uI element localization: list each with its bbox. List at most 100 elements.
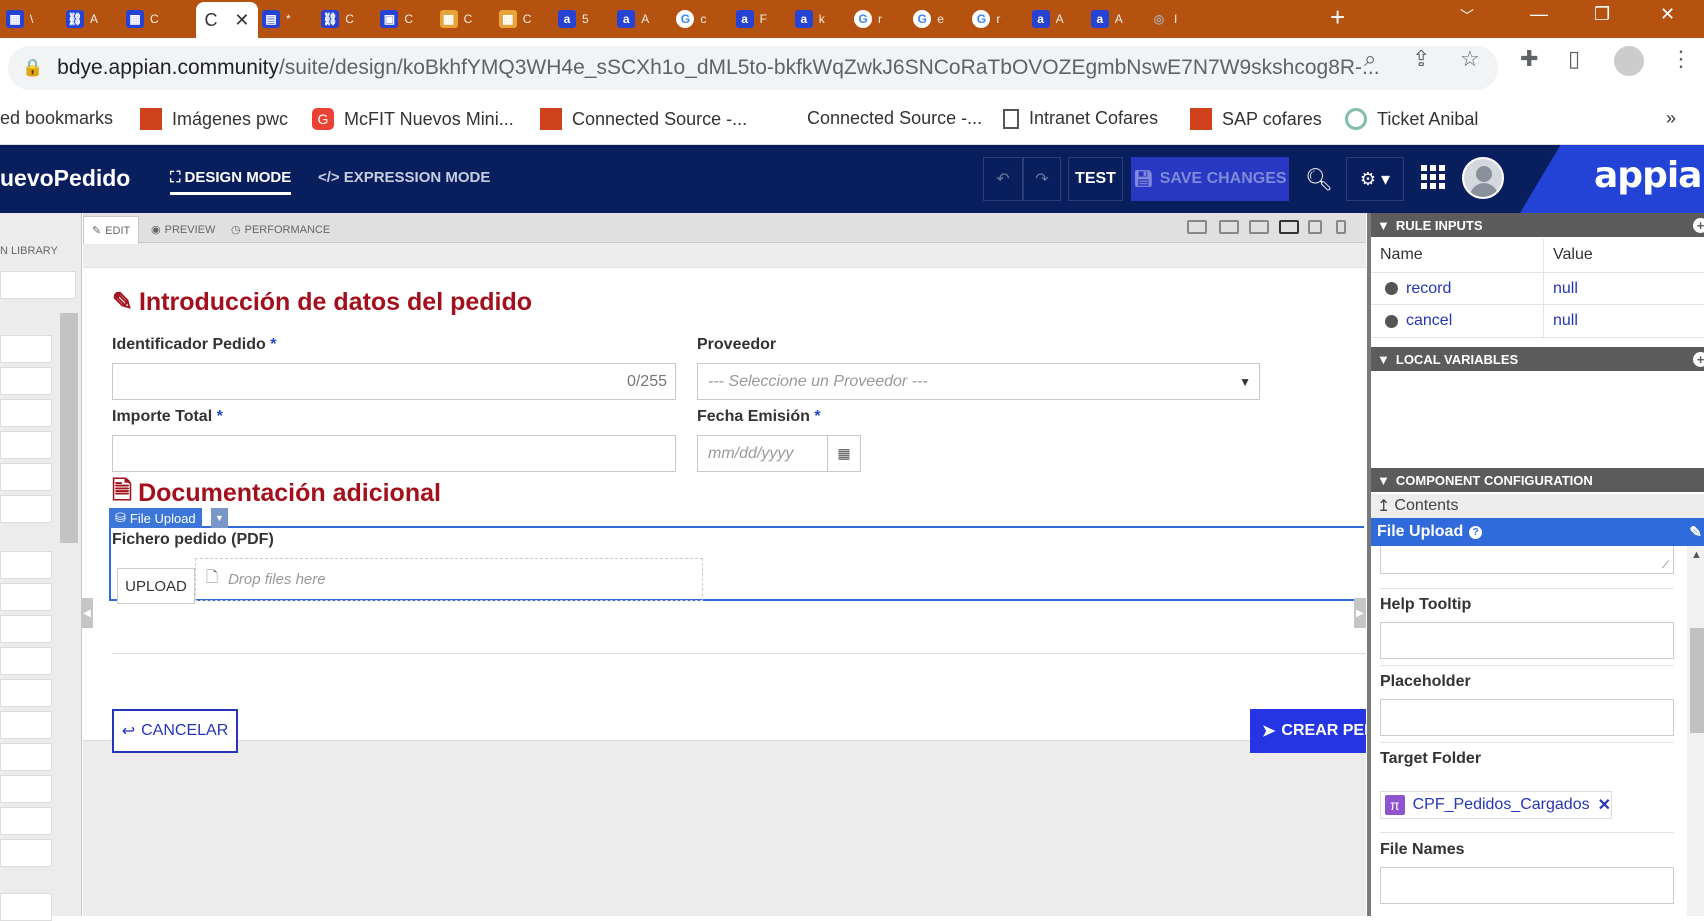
placeholder-input[interactable]	[1380, 699, 1674, 736]
bookmark-item[interactable]: SAP cofares	[1190, 108, 1322, 130]
rule-inputs-header[interactable]: ▼ RULE INPUTS +	[1371, 213, 1704, 237]
contents-breadcrumb[interactable]: ↥ Contents	[1371, 494, 1704, 518]
selected-component-tag[interactable]: ⛁ File Upload	[109, 508, 202, 528]
palette-item[interactable]	[0, 647, 52, 675]
palette-item[interactable]	[0, 431, 52, 459]
tablet-icon[interactable]	[1308, 220, 1322, 234]
browser-tab[interactable]: ▣ C	[380, 4, 413, 34]
bookmark-item[interactable]: Ticket Anibal	[1345, 108, 1478, 130]
browser-tab[interactable]: Ge	[913, 4, 944, 34]
test-button[interactable]: TEST	[1068, 157, 1123, 201]
collapse-right-panel-handle[interactable]: ▶	[1354, 598, 1366, 628]
palette-item[interactable]	[0, 893, 52, 921]
settings-menu-button[interactable]: ⚙ ▾	[1346, 157, 1404, 201]
library-search-input[interactable]	[0, 271, 76, 299]
search-globe-icon[interactable]: 🔍︎	[1305, 167, 1333, 193]
browser-tab[interactable]: ▦ C	[126, 4, 159, 34]
palette-item[interactable]	[0, 807, 52, 835]
rule-input-value[interactable]: null	[1553, 312, 1578, 330]
local-variables-header[interactable]: ▼ LOCAL VARIABLES +	[1371, 347, 1704, 371]
palette-item[interactable]	[0, 679, 52, 707]
importe-input[interactable]	[112, 435, 676, 472]
palette-item[interactable]	[0, 839, 52, 867]
side-panel-icon[interactable]: ▯	[1568, 46, 1580, 72]
rule-input-value[interactable]: null	[1553, 280, 1578, 298]
help-tooltip-input[interactable]	[1380, 622, 1674, 659]
redo-button[interactable]: ↷	[1023, 157, 1061, 201]
rule-input-row[interactable]: record null	[1371, 272, 1704, 305]
fecha-input[interactable]: mm/dd/yyyy	[697, 435, 828, 472]
palette-item[interactable]	[0, 551, 52, 579]
bookmark-item[interactable]: Connected Source -...	[807, 108, 982, 129]
browser-tab[interactable]: ▤ *	[262, 4, 291, 34]
identificador-input[interactable]: 0/255	[112, 363, 676, 400]
palette-item[interactable]	[0, 335, 52, 363]
browser-tab[interactable]: Gr	[854, 4, 882, 34]
palette-item[interactable]	[0, 399, 52, 427]
browser-tab[interactable]: ⛓ A	[66, 4, 98, 34]
rule-input-name[interactable]: record	[1385, 280, 1451, 298]
minimize-icon[interactable]: —	[1530, 4, 1548, 25]
browser-tab[interactable]: Gc	[676, 4, 706, 34]
scroll-up-icon[interactable]: ▲	[1691, 549, 1702, 561]
new-tab-icon[interactable]: +	[1330, 2, 1345, 33]
extensions-icon[interactable]: ✚	[1520, 46, 1538, 72]
fit-width-icon[interactable]	[1187, 220, 1207, 234]
phone-icon[interactable]	[1336, 220, 1346, 234]
more-bookmarks-icon[interactable]: »	[1666, 108, 1676, 129]
add-local-variable-icon[interactable]: +	[1693, 351, 1704, 367]
upload-button[interactable]: UPLOAD	[117, 568, 195, 604]
config-scrollbar-thumb[interactable]	[1690, 628, 1704, 733]
lock-icon[interactable]: 🔒	[22, 58, 43, 78]
tab-edit[interactable]: ✎ EDIT	[83, 216, 140, 244]
desktop-icon[interactable]	[1249, 220, 1269, 234]
create-order-button[interactable]: ➤ CREAR PED	[1250, 709, 1366, 753]
share-icon[interactable]: ⇪	[1412, 46, 1430, 72]
undo-button[interactable]: ↶	[983, 157, 1023, 201]
file-names-input[interactable]	[1380, 867, 1674, 904]
desktop-wide-icon[interactable]	[1219, 220, 1239, 234]
library-scrollbar[interactable]	[60, 313, 78, 543]
palette-item[interactable]	[0, 615, 52, 643]
user-avatar[interactable]	[1462, 157, 1504, 199]
browser-tab[interactable]: ▦ \	[6, 4, 33, 34]
tab-preview[interactable]: ◉ PREVIEW	[151, 223, 215, 237]
bookmark-item[interactable]: ed bookmarks	[0, 108, 113, 129]
close-tab-icon[interactable]: ✕	[234, 10, 249, 31]
address-bar[interactable]: 🔒 bdye.appian.community/suite/design/koB…	[8, 46, 1498, 90]
zoom-icon[interactable]: ⌕	[1364, 46, 1376, 72]
palette-item[interactable]	[0, 711, 52, 739]
palette-item[interactable]	[0, 495, 52, 523]
palette-item[interactable]	[0, 583, 52, 611]
collapse-left-panel-handle[interactable]: ◀	[81, 598, 93, 628]
palette-item[interactable]	[0, 775, 52, 803]
bookmark-item[interactable]: Connected Source -...	[540, 108, 747, 130]
target-folder-chip[interactable]: π CPF_Pedidos_Cargados ✕	[1380, 791, 1612, 819]
proveedor-dropdown[interactable]: --- Seleccione un Proveedor --- ▼	[697, 363, 1260, 400]
label-textarea[interactable]: ⟋	[1380, 546, 1674, 574]
bookmark-star-icon[interactable]: ☆	[1460, 46, 1480, 72]
palette-item[interactable]	[0, 463, 52, 491]
rule-input-name[interactable]: cancel	[1385, 312, 1452, 330]
palette-item[interactable]	[0, 743, 52, 771]
browser-tab[interactable]: a5	[558, 4, 589, 34]
add-rule-input-icon[interactable]: +	[1693, 217, 1704, 233]
design-mode-tab[interactable]: ⛶ DESIGN MODE	[170, 169, 292, 195]
browser-tab[interactable]: ▦ C	[439, 4, 472, 34]
bookmark-item[interactable]: Imágenes pwc	[140, 108, 288, 130]
browser-tab[interactable]: ⛓ C	[321, 4, 354, 34]
expression-mode-tab[interactable]: </> EXPRESSION MODE	[318, 169, 490, 186]
tab-search-chevron-icon[interactable]: ﹀	[1460, 6, 1474, 26]
browser-tab[interactable]: ak	[794, 4, 825, 34]
browser-tab[interactable]: aA	[617, 4, 649, 34]
palette-item[interactable]	[0, 367, 52, 395]
save-changes-button[interactable]: 💾︎ SAVE CHANGES	[1131, 157, 1289, 201]
resize-handle-icon[interactable]: ⟋	[1662, 560, 1669, 571]
active-tab[interactable]: C ✕	[196, 2, 258, 38]
edit-expression-icon[interactable]: ✎	[1689, 523, 1702, 541]
browser-tab[interactable]: aF	[735, 4, 767, 34]
tab-performance[interactable]: ◷ PERFORMANCE	[231, 223, 330, 237]
browser-tab[interactable]: ▦ C	[498, 4, 531, 34]
drop-zone[interactable]: 🗋 Drop files here	[195, 558, 703, 601]
bookmark-item[interactable]: G McFIT Nuevos Mini...	[312, 108, 514, 130]
